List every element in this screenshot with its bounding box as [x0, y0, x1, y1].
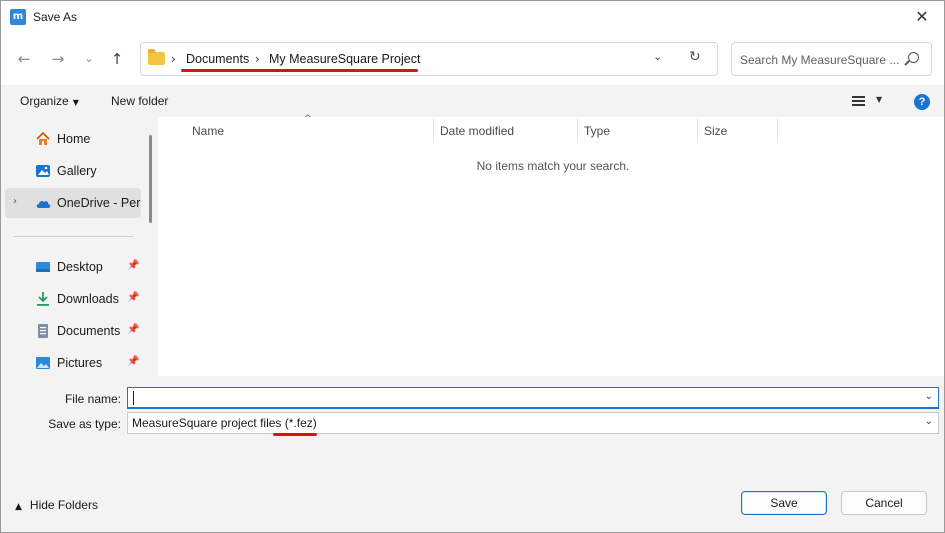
navigation-pane: Home Gallery › OneDrive - Personal Deskt…	[1, 117, 158, 376]
chevron-up-icon: ▲	[15, 502, 22, 512]
title-bar: m Save As ✕	[1, 1, 944, 33]
sidebar-item-gallery[interactable]: Gallery	[1, 156, 141, 186]
sort-ascending-icon: ^	[304, 114, 312, 124]
empty-folder-message: No items match your search.	[476, 159, 630, 173]
folder-icon	[148, 49, 165, 65]
chevron-down-icon[interactable]: ⌄	[925, 416, 933, 427]
cloud-icon	[36, 200, 51, 208]
column-divider[interactable]	[697, 119, 698, 143]
text-cursor	[133, 391, 134, 405]
sidebar-item-documents[interactable]: Documents 📌	[1, 316, 141, 346]
command-bar: Organize ▼ New folder ▼ ?	[1, 85, 944, 117]
document-icon	[38, 324, 48, 338]
new-folder-button[interactable]: New folder	[111, 94, 168, 108]
sidebar-item-desktop[interactable]: Desktop 📌	[1, 252, 141, 282]
file-name-field[interactable]: ⌄	[127, 387, 939, 409]
file-list: ^ Name Date modified Type Size No items …	[158, 114, 944, 376]
column-divider[interactable]	[577, 119, 578, 143]
window-title: Save As	[33, 10, 78, 24]
red-annotation-underline	[181, 69, 418, 72]
search-input[interactable]: Search My MeasureSquare ...	[740, 53, 899, 67]
sidebar-item-downloads[interactable]: Downloads 📌	[1, 284, 141, 314]
organize-button[interactable]: Organize ▼	[20, 94, 79, 108]
save-as-dialog: m Save As ✕ ← → ⌄ ↑ › Documents › My Mea…	[0, 0, 945, 533]
address-dropdown-icon[interactable]: ⌄	[653, 50, 662, 63]
red-annotation-underline	[273, 433, 317, 436]
help-icon[interactable]: ?	[914, 94, 930, 110]
sidebar-item-label: Home	[57, 132, 91, 146]
hide-folders-button[interactable]: ▲ Hide Folders	[15, 498, 98, 512]
navigation-bar: ← → ⌄ ↑ › Documents › My MeasureSquare P…	[1, 33, 944, 85]
up-arrow-icon[interactable]: ↑	[106, 48, 128, 70]
breadcrumb-my-measuresquare-project[interactable]: My MeasureSquare Project	[269, 52, 420, 66]
download-icon	[37, 292, 49, 306]
pin-icon[interactable]: 📌	[127, 324, 139, 335]
column-header-name[interactable]: Name	[192, 124, 224, 138]
sidebar-item-home[interactable]: Home	[1, 124, 141, 154]
save-as-type-label: Save as type:	[48, 417, 121, 431]
sidebar-item-pictures[interactable]: Pictures 📌	[1, 348, 141, 378]
sidebar-divider	[13, 236, 133, 237]
hide-folders-label: Hide Folders	[29, 498, 98, 512]
gallery-icon	[36, 165, 50, 177]
sidebar-scrollbar[interactable]	[149, 135, 152, 223]
sidebar-item-onedrive[interactable]: › OneDrive - Personal	[5, 188, 141, 218]
save-form: File name: ⌄ Save as type: MeasureSquare…	[1, 376, 944, 476]
desktop-icon	[36, 262, 50, 272]
breadcrumb-documents[interactable]: Documents	[186, 52, 249, 66]
forward-arrow-icon[interactable]: →	[47, 48, 69, 70]
chevron-right-icon[interactable]: ›	[13, 196, 17, 207]
column-header-size[interactable]: Size	[704, 124, 727, 138]
column-divider[interactable]	[433, 119, 434, 143]
chevron-down-icon[interactable]: ⌄	[78, 48, 100, 70]
measuresquare-app-icon: m	[10, 9, 26, 25]
search-box[interactable]: Search My MeasureSquare ...	[731, 42, 932, 76]
close-icon[interactable]: ✕	[900, 1, 944, 33]
home-icon	[36, 131, 50, 145]
organize-label: Organize	[20, 94, 69, 108]
sidebar-item-label: OneDrive - Personal	[57, 196, 141, 210]
pin-icon[interactable]: 📌	[127, 356, 139, 367]
pin-icon[interactable]: 📌	[127, 260, 139, 271]
breadcrumb-separator-icon: ›	[171, 52, 176, 66]
chevron-down-icon[interactable]: ⌄	[925, 391, 933, 402]
pictures-icon	[36, 357, 50, 369]
column-header-date-modified[interactable]: Date modified	[440, 124, 514, 138]
save-as-type-value: MeasureSquare project files (*.fez)	[132, 416, 317, 430]
pin-icon[interactable]: 📌	[127, 292, 139, 303]
view-options-icon[interactable]	[852, 96, 865, 106]
refresh-icon[interactable]: ↻	[689, 49, 701, 65]
save-as-type-select[interactable]: MeasureSquare project files (*.fez) ⌄	[127, 412, 939, 434]
column-divider[interactable]	[777, 119, 778, 143]
search-icon[interactable]	[908, 52, 919, 63]
save-button[interactable]: Save	[741, 491, 827, 515]
file-name-label: File name:	[64, 392, 121, 406]
sidebar-item-label: Gallery	[57, 164, 97, 178]
dialog-footer: ▲ Hide Folders Save Cancel	[1, 476, 944, 532]
column-header-type[interactable]: Type	[584, 124, 610, 138]
caret-down-icon[interactable]: ▼	[876, 95, 882, 104]
caret-down-icon: ▼	[72, 98, 79, 107]
breadcrumb-separator-icon: ›	[255, 52, 260, 66]
back-arrow-icon[interactable]: ←	[13, 48, 35, 70]
cancel-button[interactable]: Cancel	[841, 491, 927, 515]
address-bar[interactable]: › Documents › My MeasureSquare Project ⌄…	[140, 42, 718, 76]
